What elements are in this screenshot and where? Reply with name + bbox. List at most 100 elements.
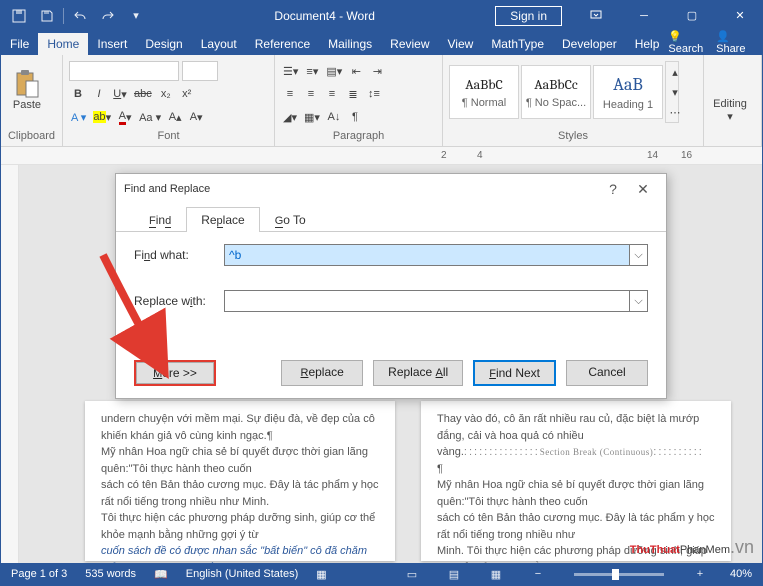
change-case-button[interactable]: Aa ▾ — [137, 107, 163, 127]
tab-reference[interactable]: Reference — [246, 33, 319, 55]
vertical-ruler[interactable] — [1, 165, 19, 563]
highlight-button[interactable]: ab ▾ — [91, 107, 113, 127]
maximize-icon[interactable]: ▢ — [670, 1, 714, 30]
italic-button[interactable]: I — [90, 84, 108, 104]
tab-mathtype[interactable]: MathType — [482, 33, 553, 55]
zoom-slider[interactable] — [574, 573, 664, 576]
share-button[interactable]: 👤 Share — [716, 30, 748, 55]
tab-insert[interactable]: Insert — [88, 33, 136, 55]
horizontal-ruler[interactable]: 2 4 14 16 — [1, 147, 762, 165]
align-left-button[interactable]: ≡ — [281, 84, 299, 104]
replace-with-dropdown-icon[interactable]: ⌵ — [630, 290, 648, 312]
line-spacing-button[interactable]: ↕≡ — [365, 84, 383, 104]
group-paragraph: Paragraph — [281, 130, 436, 144]
tab-developer[interactable]: Developer — [553, 33, 626, 55]
zoom-in-icon[interactable]: + — [688, 568, 712, 580]
tab-layout[interactable]: Layout — [192, 33, 246, 55]
align-right-button[interactable]: ≡ — [323, 84, 341, 104]
dialog-tab-replace[interactable]: Replace — [186, 207, 259, 232]
page-number[interactable]: Page 1 of 3 — [11, 568, 67, 580]
status-bar: Page 1 of 3 535 words 📖 English (United … — [1, 563, 762, 585]
dialog-help-icon[interactable]: ? — [598, 181, 628, 197]
editing-button[interactable]: Editing▾ — [710, 57, 750, 123]
numbering-button[interactable]: ≡▾ — [303, 61, 321, 81]
dialog-close-icon[interactable]: ✕ — [628, 181, 658, 198]
group-font: Font — [69, 130, 268, 144]
group-styles: Styles — [449, 130, 697, 144]
styles-up-icon[interactable]: ▴ — [666, 62, 684, 82]
shading-button[interactable]: ◢▾ — [281, 107, 299, 127]
bullets-button[interactable]: ☰▾ — [281, 61, 300, 81]
multilevel-button[interactable]: ▤▾ — [324, 61, 344, 81]
save-icon[interactable] — [35, 5, 59, 27]
font-family-dropdown[interactable] — [69, 61, 179, 81]
ribbon: Paste Clipboard B I U ▾ abc x₂ x² A ▾ ab… — [1, 55, 762, 147]
find-next-button[interactable]: Find Next — [473, 360, 556, 386]
autosave-icon[interactable] — [7, 5, 31, 27]
minimize-icon[interactable]: ─ — [622, 1, 666, 30]
strikethrough-button[interactable]: abc — [132, 84, 154, 104]
title-bar: ▾ Document4 - Word Sign in ─ ▢ ✕ — [1, 1, 762, 30]
section-break-label: Section Break (Continuous) — [540, 447, 654, 457]
borders-button[interactable]: ▦▾ — [302, 107, 322, 127]
read-mode-icon[interactable]: ▭ — [400, 568, 424, 581]
show-marks-button[interactable]: ¶ — [346, 107, 364, 127]
text-effects-button[interactable]: A ▾ — [69, 107, 88, 127]
ribbon-tabs: File Home Insert Design Layout Reference… — [1, 30, 762, 55]
web-layout-icon[interactable]: ▦ — [484, 568, 508, 581]
tab-review[interactable]: Review — [381, 33, 438, 55]
font-size-dropdown[interactable] — [182, 61, 218, 81]
styles-more-icon[interactable]: ⋯ — [666, 102, 684, 122]
zoom-level[interactable]: 40% — [730, 568, 752, 580]
tab-design[interactable]: Design — [136, 33, 191, 55]
language[interactable]: English (United States) — [186, 568, 299, 580]
increase-indent-button[interactable]: ⇥ — [368, 61, 386, 81]
dialog-title: Find and Replace — [124, 183, 210, 195]
underline-button[interactable]: U ▾ — [111, 84, 129, 104]
replace-with-label: Replace with: — [134, 294, 224, 308]
style-nospacing[interactable]: AaBbCc¶ No Spac... — [521, 65, 591, 119]
find-what-input[interactable] — [224, 244, 630, 266]
dialog-tab-goto[interactable]: Go To — [260, 207, 321, 232]
bold-button[interactable]: B — [69, 84, 87, 104]
justify-button[interactable]: ≣ — [344, 84, 362, 104]
search-button[interactable]: 💡 Search — [668, 30, 704, 55]
dialog-tab-find[interactable]: Find — [134, 207, 186, 232]
macro-icon[interactable]: ▦ — [316, 568, 326, 581]
tab-home[interactable]: Home — [38, 33, 88, 55]
cancel-button[interactable]: Cancel — [566, 360, 648, 386]
decrease-indent-button[interactable]: ⇤ — [347, 61, 365, 81]
zoom-out-icon[interactable]: − — [526, 568, 550, 580]
word-count[interactable]: 535 words — [85, 568, 136, 580]
font-color-button[interactable]: A ▾ — [116, 107, 134, 127]
style-heading1[interactable]: AaBHeading 1 — [593, 65, 663, 119]
sort-button[interactable]: A↓ — [325, 107, 343, 127]
styles-down-icon[interactable]: ▾ — [666, 82, 684, 102]
shrink-font-button[interactable]: A▾ — [187, 107, 205, 127]
style-normal[interactable]: AaBbC¶ Normal — [449, 65, 519, 119]
watermark: ThuThuatPhanMem.vn — [630, 533, 754, 559]
paste-button[interactable]: Paste — [7, 57, 47, 123]
document-page[interactable]: undern chuyện với mềm mại. Sự điệu đà, v… — [85, 401, 395, 561]
more-button[interactable]: More >> — [134, 360, 216, 386]
tab-help[interactable]: Help — [626, 33, 669, 55]
tab-view[interactable]: View — [439, 33, 483, 55]
grow-font-button[interactable]: A▴ — [166, 107, 184, 127]
find-what-dropdown-icon[interactable]: ⌵ — [630, 244, 648, 266]
close-icon[interactable]: ✕ — [718, 1, 762, 30]
superscript-button[interactable]: x² — [178, 84, 196, 104]
qat-customize-icon[interactable]: ▾ — [124, 5, 148, 27]
undo-icon[interactable] — [68, 5, 92, 27]
sign-in-button[interactable]: Sign in — [495, 6, 562, 26]
print-layout-icon[interactable]: ▤ — [442, 568, 466, 581]
spell-check-icon[interactable]: 📖 — [154, 568, 168, 581]
replace-with-input[interactable] — [224, 290, 630, 312]
tab-file[interactable]: File — [1, 33, 38, 55]
tab-mailings[interactable]: Mailings — [319, 33, 381, 55]
ribbon-options-icon[interactable] — [574, 1, 618, 30]
replace-all-button[interactable]: Replace All — [373, 360, 463, 386]
align-center-button[interactable]: ≡ — [302, 84, 320, 104]
redo-icon[interactable] — [96, 5, 120, 27]
subscript-button[interactable]: x₂ — [157, 84, 175, 104]
replace-button[interactable]: Replace — [281, 360, 363, 386]
